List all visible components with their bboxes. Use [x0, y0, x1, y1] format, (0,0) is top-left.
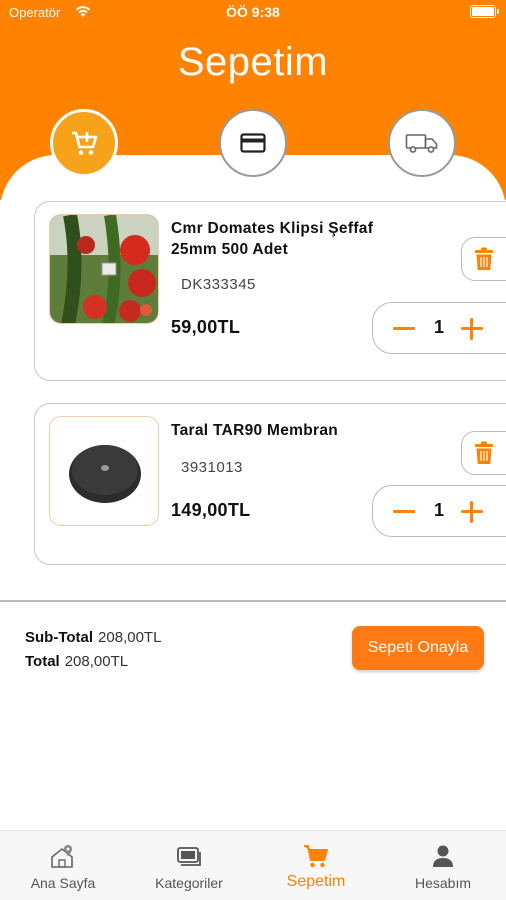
truck-icon: [405, 134, 438, 153]
membrane-image: [50, 417, 158, 525]
tomato-plant-image: [50, 215, 158, 323]
tab-label: Kategoriler: [155, 875, 223, 891]
product-price: 59,00TL: [171, 317, 241, 337]
categories-icon: [177, 847, 201, 866]
tab-label: Sepetim: [286, 873, 346, 890]
page-title: Sepetim: [177, 40, 329, 84]
quantity-stepper: 1: [372, 485, 506, 537]
cart-item: Taral TAR90 Membran 3931013 149,00TL 1: [34, 403, 506, 565]
delete-button[interactable]: [461, 237, 506, 281]
subtotal-value: 208,00TL: [98, 629, 162, 646]
tab-bar: Ana Sayfa Kategoriler Sepetim Hesabım: [0, 830, 506, 900]
status-bar: Operatör ÖÖ 9:38: [0, 0, 506, 26]
quantity-stepper: 1: [372, 302, 506, 354]
user-icon: [433, 845, 453, 867]
order-summary: Sub-Total 208,00TL Total 208,00TL: [25, 626, 161, 674]
product-image[interactable]: [49, 214, 159, 324]
increase-button[interactable]: [461, 318, 483, 340]
trash-icon: [475, 247, 493, 270]
cart-icon: [304, 845, 328, 868]
clock: ÖÖ 9:38: [226, 4, 280, 20]
delete-button[interactable]: [461, 431, 506, 475]
tab-account[interactable]: Hesabım: [380, 831, 506, 900]
total-value: 208,00TL: [64, 653, 129, 670]
decrease-button[interactable]: [393, 318, 415, 340]
quantity-value: 1: [433, 500, 444, 520]
decrease-button[interactable]: [393, 501, 415, 523]
product-code: 3931013: [181, 459, 243, 476]
total-row: Total 208,00TL: [25, 650, 161, 674]
battery-icon: [470, 5, 499, 18]
tab-label: Hesabım: [414, 875, 472, 891]
product-image[interactable]: [49, 416, 159, 526]
tab-cart[interactable]: Sepetim: [253, 831, 379, 900]
subtotal-label: Sub-Total: [25, 629, 94, 646]
product-name[interactable]: Cmr Domates Klipsi Şeffaf 25mm 500 Adet: [171, 218, 421, 260]
step-cart[interactable]: [50, 109, 118, 177]
tab-categories[interactable]: Kategoriler: [126, 831, 252, 900]
quantity-value: 1: [433, 317, 444, 337]
increase-button[interactable]: [461, 501, 483, 523]
tab-home[interactable]: Ana Sayfa: [0, 831, 126, 900]
product-price: 149,00TL: [171, 500, 251, 520]
tab-label: Ana Sayfa: [30, 875, 96, 891]
divider: [0, 600, 506, 602]
total-label: Total: [25, 653, 60, 670]
screen: Operatör ÖÖ 9:38 Sepetim Cmr Domates Kli…: [0, 0, 506, 900]
cart-plus-icon: [72, 131, 98, 155]
trash-icon: [475, 441, 493, 464]
confirm-cart-button[interactable]: Sepeti Onayla: [352, 626, 484, 670]
step-delivery[interactable]: [388, 109, 456, 177]
product-code: DK333345: [181, 276, 256, 293]
product-name[interactable]: Taral TAR90 Membran: [171, 420, 421, 441]
home-location-icon: [51, 845, 73, 868]
subtotal-row: Sub-Total 208,00TL: [25, 626, 161, 650]
credit-card-icon: [240, 133, 266, 153]
step-payment[interactable]: [219, 109, 287, 177]
cart-item: Cmr Domates Klipsi Şeffaf 25mm 500 Adet …: [34, 201, 506, 381]
